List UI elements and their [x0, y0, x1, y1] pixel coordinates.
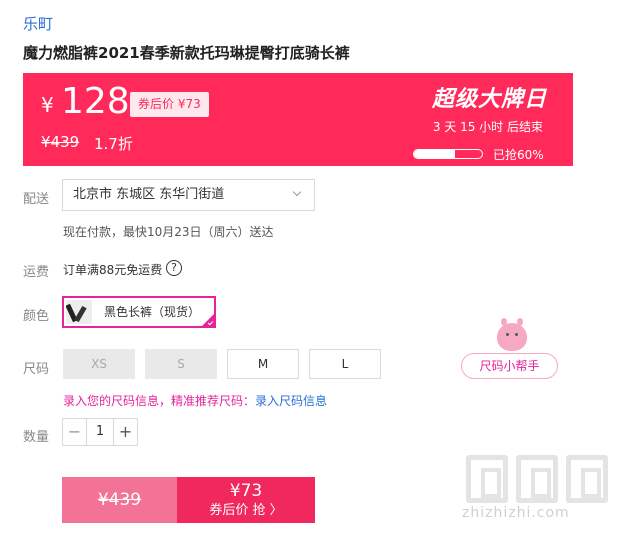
- size-helper-label: 尺码小帮手: [461, 353, 558, 379]
- coupon-price-tag: 券后价 ¥73: [130, 92, 209, 117]
- discount-rate: 1.7折: [94, 135, 133, 153]
- currency-symbol: ¥: [41, 93, 54, 117]
- watermark-logo: [466, 455, 612, 507]
- watermark-text: zhizhizhi.com: [462, 505, 570, 521]
- chevron-down-icon: [292, 187, 302, 197]
- quantity-plus-button[interactable]: +: [113, 419, 137, 445]
- countdown-timer: 3 天 15 小时 后结束: [432, 120, 543, 134]
- buy-coupon-price: ¥73: [229, 481, 263, 501]
- quantity-input[interactable]: 1: [87, 419, 113, 445]
- size-helper-button[interactable]: 尺码小帮手: [461, 318, 558, 379]
- size-entry-link[interactable]: 录入尺码信息: [255, 394, 327, 408]
- promo-price: 128: [61, 81, 130, 122]
- help-icon[interactable]: ?: [166, 260, 182, 276]
- quantity-label: 数量: [23, 430, 50, 445]
- delivery-label: 配送: [23, 192, 50, 207]
- buy-coupon-button[interactable]: ¥73 券后价 抢 〉: [177, 477, 315, 523]
- quantity-minus-button[interactable]: −: [63, 419, 87, 445]
- size-option-xs[interactable]: XS: [63, 349, 135, 379]
- buy-original-price-button[interactable]: ¥439: [62, 477, 177, 523]
- original-price: ¥439: [41, 133, 80, 151]
- product-title: 魔力燃脂裤2021春季新款托玛琳提臀打底骑长裤: [23, 44, 350, 62]
- size-option-m[interactable]: M: [227, 349, 299, 379]
- sold-progress-fill: [414, 150, 455, 158]
- color-thumbnail: [66, 300, 92, 324]
- delivery-estimate: 现在付款，最快10月23日（周六）送达: [63, 225, 274, 239]
- size-hint: 录入您的尺码信息，精准推荐尺码：录入尺码信息: [63, 392, 327, 409]
- selected-corner: [201, 313, 215, 327]
- quantity-stepper: − 1 +: [62, 418, 138, 446]
- size-option-s[interactable]: S: [145, 349, 217, 379]
- buy-coupon-label: 券后价 抢 〉: [209, 503, 283, 518]
- shipping-label: 运费: [23, 265, 50, 280]
- shipping-text: 订单满88元免运费: [63, 263, 163, 277]
- size-hint-text: 录入您的尺码信息，精准推荐尺码：: [63, 394, 256, 408]
- event-title: 超级大牌日: [431, 87, 547, 112]
- color-option-label: 黑色长裤（现货）: [104, 305, 201, 319]
- color-option-black[interactable]: 黑色长裤（现货）: [62, 296, 216, 328]
- mascot-icon: [497, 318, 527, 351]
- size-label: 尺码: [23, 362, 50, 377]
- promo-banner: ¥ 128 券后价 ¥73 ¥439 1.7折 超级大牌日 3 天 15 小时 …: [23, 73, 573, 166]
- address-select[interactable]: 北京市 东城区 东华门街道: [62, 179, 315, 211]
- address-value: 北京市 东城区 东华门街道: [73, 187, 225, 202]
- sold-progress-bar: [413, 149, 483, 159]
- color-label: 颜色: [23, 309, 50, 324]
- size-option-l[interactable]: L: [309, 349, 381, 379]
- sold-progress-text: 已抢60%: [493, 148, 544, 162]
- store-name-link[interactable]: 乐町: [23, 13, 53, 34]
